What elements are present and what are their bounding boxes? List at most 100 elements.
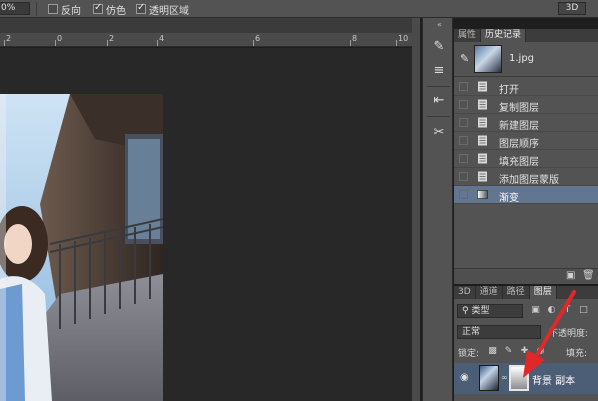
- opacity-label: 不透明度:: [549, 329, 589, 339]
- history-source-box[interactable]: [459, 82, 468, 91]
- history-item-label: 图层顺序: [499, 139, 539, 150]
- history-item-label: 新建图层: [499, 121, 539, 132]
- filter-pixel-icon[interactable]: ▣: [530, 305, 541, 316]
- fill-label: 填充:: [566, 349, 588, 359]
- photo-image: [0, 94, 163, 401]
- layer-mask-thumbnail[interactable]: [509, 365, 529, 391]
- lock-label: 锁定:: [458, 349, 480, 359]
- gradient-icon: [477, 190, 488, 199]
- collapse-panels-icon[interactable]: «: [437, 20, 442, 29]
- delete-state-icon[interactable]: 🗑: [582, 270, 595, 281]
- history-list: 打开 复制图层 新建图层 图层顺序 填充图层 添加图层蒙版 渐变: [454, 78, 598, 204]
- ruler-tick: [157, 40, 158, 46]
- tab-paths[interactable]: 路径: [503, 286, 530, 299]
- horizontal-ruler: 2 0 2 4 6 8 10: [0, 33, 412, 47]
- history-brush-icon[interactable]: ✎: [460, 52, 469, 65]
- link-icon[interactable]: ∞: [501, 373, 508, 382]
- eye-icon[interactable]: ◉: [460, 372, 469, 383]
- history-item-selected[interactable]: 渐变: [454, 186, 598, 204]
- history-item-label: 填充图层: [499, 157, 539, 168]
- history-source-box[interactable]: [459, 172, 468, 181]
- history-source-box[interactable]: [459, 100, 468, 109]
- lock-position-icon[interactable]: ✚: [519, 346, 530, 357]
- new-document-from-state-icon[interactable]: ▣: [566, 270, 575, 281]
- history-item[interactable]: 填充图层: [454, 150, 598, 168]
- history-footer: ▣ 🗑: [454, 268, 598, 284]
- brush-presets-icon[interactable]: ✎: [429, 38, 449, 56]
- document-icon: [478, 153, 487, 164]
- filter-type-icon[interactable]: T: [562, 305, 573, 316]
- document-canvas[interactable]: [0, 48, 412, 401]
- history-source-box[interactable]: [459, 190, 468, 199]
- history-item[interactable]: 添加图层蒙版: [454, 168, 598, 186]
- dither-checkbox[interactable]: [93, 2, 103, 14]
- history-item[interactable]: 新建图层: [454, 114, 598, 132]
- history-item-label: 复制图层: [499, 103, 539, 114]
- blend-row: 正常 不透明度:: [454, 322, 598, 342]
- document-tab-strip: [0, 18, 412, 33]
- filter-shape-icon[interactable]: □: [578, 305, 589, 316]
- options-separator: [36, 2, 37, 16]
- adjustments-icon[interactable]: ≡: [429, 62, 449, 80]
- history-snapshot[interactable]: ✎ 1.jpg: [454, 42, 598, 77]
- document-icon: [478, 81, 487, 92]
- reverse-checkbox[interactable]: [48, 4, 58, 14]
- reverse-option[interactable]: 反向: [48, 3, 81, 17]
- ruler-tick: [396, 40, 397, 46]
- history-item-label: 渐变: [499, 193, 519, 204]
- ruler-label: 8: [352, 34, 358, 43]
- history-panel: 属性 历史记录 ✎ 1.jpg 打开 复制图层 新建图层 图层顺序 填充图层 添…: [454, 29, 598, 284]
- layer-thumbnail[interactable]: [479, 365, 499, 391]
- ruler-tick: [4, 40, 5, 46]
- history-source-box[interactable]: [459, 136, 468, 145]
- ruler-tick: [55, 40, 56, 46]
- tab-properties[interactable]: 属性: [454, 29, 482, 42]
- panel-dock-strip: « ✎ ≡ ⇤ ✂: [422, 18, 453, 401]
- transparency-checkbox[interactable]: [136, 2, 146, 14]
- reverse-label: 反向: [61, 5, 81, 17]
- photo-illustration: [0, 94, 163, 401]
- document-icon: [478, 171, 487, 182]
- history-item-label: 添加图层蒙版: [499, 175, 559, 186]
- transparency-option[interactable]: 透明区域: [136, 2, 189, 17]
- snapshot-name: 1.jpg: [509, 53, 535, 64]
- transparency-label: 透明区域: [149, 5, 189, 17]
- ruler-label: 2: [6, 34, 12, 43]
- ruler-tick: [253, 40, 254, 46]
- layers-panel-tabs: 3D 通道 路径 图层: [454, 286, 598, 299]
- dither-option[interactable]: 仿色: [93, 2, 126, 17]
- dock-divider: [427, 86, 450, 87]
- ruler-label: 2: [109, 34, 115, 43]
- 3d-mode-button[interactable]: 3D: [558, 2, 586, 15]
- blend-mode-value: 正常: [462, 327, 481, 337]
- history-item[interactable]: 复制图层: [454, 96, 598, 114]
- zoom-field[interactable]: 0%: [0, 2, 30, 15]
- document-icon: [478, 135, 487, 146]
- layer-row-selected[interactable]: ◉ ∞ 背景 副本: [454, 363, 598, 394]
- canvas-scrollbar[interactable]: [412, 18, 420, 401]
- ruler-label: 0: [57, 34, 63, 43]
- snapshot-thumbnail: [474, 45, 502, 73]
- history-item[interactable]: 打开: [454, 78, 598, 96]
- history-source-box[interactable]: [459, 118, 468, 127]
- tab-layers[interactable]: 图层: [529, 286, 557, 299]
- ruler-label: 10: [398, 34, 409, 43]
- tab-history[interactable]: 历史记录: [481, 29, 527, 42]
- history-source-box[interactable]: [459, 154, 468, 163]
- dock-divider: [427, 116, 450, 117]
- paragraph-icon[interactable]: ⇤: [429, 92, 449, 110]
- lock-pixels-icon[interactable]: ✎: [503, 346, 514, 357]
- lock-all-icon[interactable]: ◉: [535, 346, 546, 357]
- tool-presets-icon[interactable]: ✂: [429, 124, 449, 142]
- filter-adjustment-icon[interactable]: ◐: [546, 305, 557, 316]
- lock-transparent-icon[interactable]: ▩: [487, 346, 498, 357]
- tab-channels[interactable]: 通道: [476, 286, 503, 299]
- layer-filter-label: 类型: [471, 306, 490, 316]
- blend-mode-select[interactable]: 正常: [457, 325, 541, 339]
- history-panel-tabs: 属性 历史记录: [454, 29, 598, 42]
- lock-row: 锁定: ▩ ✎ ✚ ◉ 填充:: [454, 342, 598, 362]
- history-item[interactable]: 图层顺序: [454, 132, 598, 150]
- ruler-tick: [350, 40, 351, 46]
- layer-filter-select[interactable]: ⚲ 类型: [457, 304, 523, 318]
- tab-3d[interactable]: 3D: [454, 286, 476, 299]
